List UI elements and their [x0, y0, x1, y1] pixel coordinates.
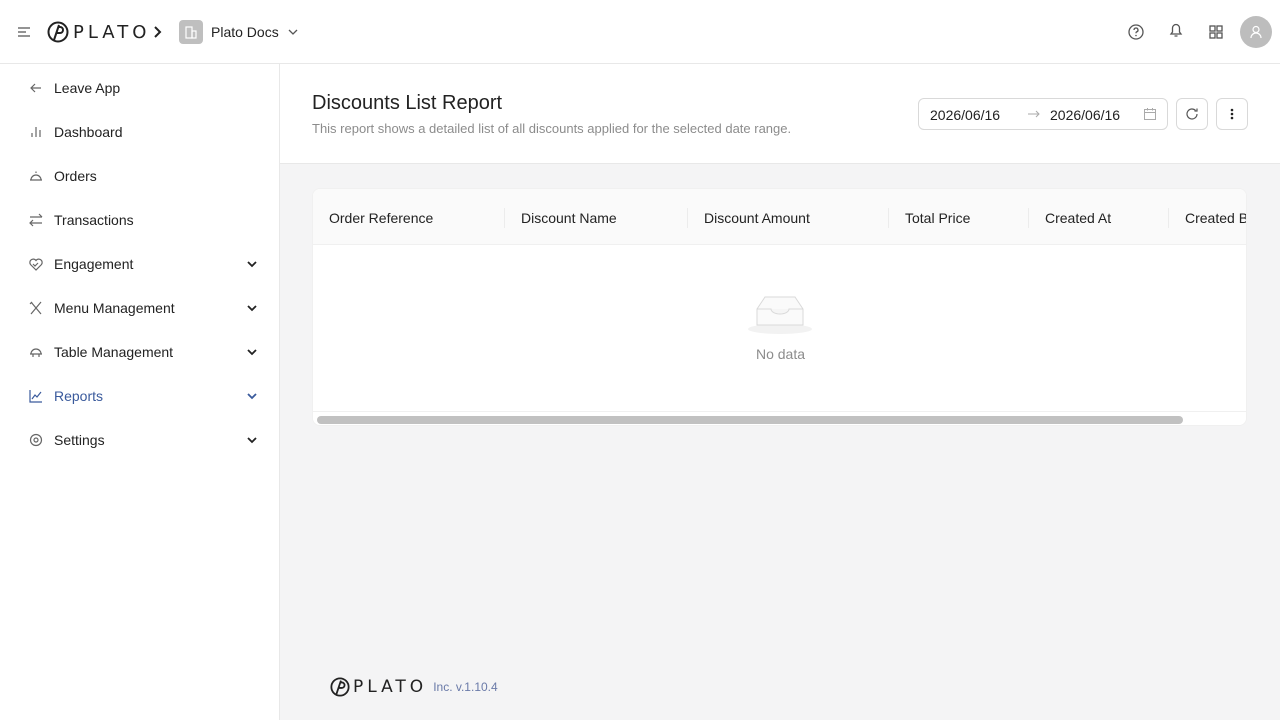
column-divider — [1028, 208, 1029, 228]
chevron-down-icon — [247, 349, 257, 356]
column-divider — [504, 208, 505, 228]
column-divider — [888, 208, 889, 228]
footer: PLATO Inc. v.1.10.4 — [330, 676, 498, 698]
arrow-left-icon — [30, 83, 41, 93]
bar-chart-icon — [31, 127, 41, 137]
chevron-down-icon — [288, 29, 298, 35]
sidebar-item-transactions[interactable]: Transactions — [0, 200, 279, 240]
column-divider — [1168, 208, 1169, 228]
column-divider — [687, 208, 688, 228]
sidebar-item-menu-management[interactable]: Menu Management — [0, 288, 279, 328]
building-icon — [179, 20, 203, 44]
organization-name: Plato Docs — [211, 24, 279, 40]
horizontal-scrollbar[interactable] — [313, 411, 1246, 425]
sidebar-item-orders[interactable]: Orders — [0, 156, 279, 196]
table-bell-icon — [30, 348, 42, 357]
brand-name: PLATO — [73, 21, 151, 43]
refresh-button[interactable] — [1176, 98, 1208, 130]
heart-handshake-icon — [29, 258, 43, 271]
apps-icon[interactable] — [1206, 22, 1226, 42]
bell-icon[interactable] — [1166, 20, 1186, 40]
plato-logo[interactable]: PLATO — [47, 20, 150, 44]
discounts-table: Order Reference Discount Name Discount A… — [312, 188, 1247, 426]
plato-logo-mark-icon — [330, 677, 350, 697]
sidebar-item-label: Transactions — [54, 212, 134, 228]
page-description: This report shows a detailed list of all… — [312, 121, 792, 136]
date-start-input[interactable]: 2026/06/16 — [930, 106, 1000, 124]
chevron-down-icon — [247, 437, 257, 444]
menu-icon[interactable] — [16, 24, 32, 40]
refresh-icon — [1186, 108, 1198, 120]
sidebar-item-label: Engagement — [54, 256, 134, 272]
user-avatar[interactable] — [1240, 16, 1272, 48]
sidebar-item-dashboard[interactable]: Dashboard — [0, 112, 279, 152]
footer-brand: PLATO — [353, 677, 428, 697]
sidebar-item-label: Reports — [54, 388, 104, 404]
sidebar-item-label: Dashboard — [54, 124, 123, 140]
sidebar: Leave App Dashboard Orders Transactions … — [0, 64, 280, 720]
chevron-down-icon — [247, 393, 257, 400]
chevron-down-icon — [247, 305, 257, 312]
column-header-created-by[interactable]: Created By — [1185, 209, 1246, 227]
empty-inbox-icon — [748, 296, 812, 334]
calendar-icon — [1144, 108, 1156, 120]
page-title: Discounts List Report — [312, 92, 503, 114]
column-header-total-price[interactable]: Total Price — [905, 209, 970, 227]
gear-icon — [29, 433, 43, 447]
column-header-discount-name[interactable]: Discount Name — [521, 209, 617, 227]
sidebar-item-leave-app[interactable]: Leave App — [0, 68, 279, 108]
sidebar-item-label: Table Management — [54, 344, 174, 360]
plato-logo-mark-icon — [47, 21, 69, 43]
date-range-picker[interactable]: 2026/06/16 2026/06/16 — [918, 98, 1168, 130]
sidebar-item-label: Menu Management — [54, 300, 175, 316]
date-end-input[interactable]: 2026/06/16 — [1050, 106, 1120, 124]
sidebar-item-reports[interactable]: Reports — [0, 376, 279, 416]
arrow-right-icon — [1028, 110, 1040, 118]
sidebar-item-label: Orders — [54, 168, 97, 184]
more-options-button[interactable] — [1216, 98, 1248, 130]
line-chart-icon — [29, 390, 42, 403]
sidebar-item-table-management[interactable]: Table Management — [0, 332, 279, 372]
sidebar-item-engagement[interactable]: Engagement — [0, 244, 279, 284]
swap-icon — [29, 213, 43, 227]
organization-switcher[interactable]: Plato Docs — [179, 20, 299, 44]
sidebar-item-label: Leave App — [54, 80, 121, 96]
column-header-order-reference[interactable]: Order Reference — [329, 209, 433, 227]
sidebar-item-label: Settings — [54, 432, 105, 448]
chevron-down-icon — [247, 261, 257, 268]
footer-version: Inc. v.1.10.4 — [433, 680, 498, 694]
utensils-icon — [29, 301, 42, 315]
column-header-discount-amount[interactable]: Discount Amount — [704, 209, 810, 227]
empty-state: No data — [313, 245, 1246, 411]
cloche-icon — [30, 171, 42, 181]
top-header: PLATO Plato Docs — [0, 0, 1280, 64]
sidebar-item-settings[interactable]: Settings — [0, 420, 279, 460]
help-icon[interactable] — [1126, 22, 1146, 42]
scrollbar-thumb[interactable] — [317, 416, 1183, 424]
user-icon — [1250, 25, 1262, 39]
column-header-created-at[interactable]: Created At — [1045, 209, 1111, 227]
chevron-right-icon — [154, 26, 162, 38]
page-header: Discounts List Report This report shows … — [280, 64, 1280, 164]
empty-state-text: No data — [755, 346, 806, 362]
table-header-row: Order Reference Discount Name Discount A… — [313, 189, 1246, 245]
more-vertical-icon — [1230, 108, 1234, 120]
